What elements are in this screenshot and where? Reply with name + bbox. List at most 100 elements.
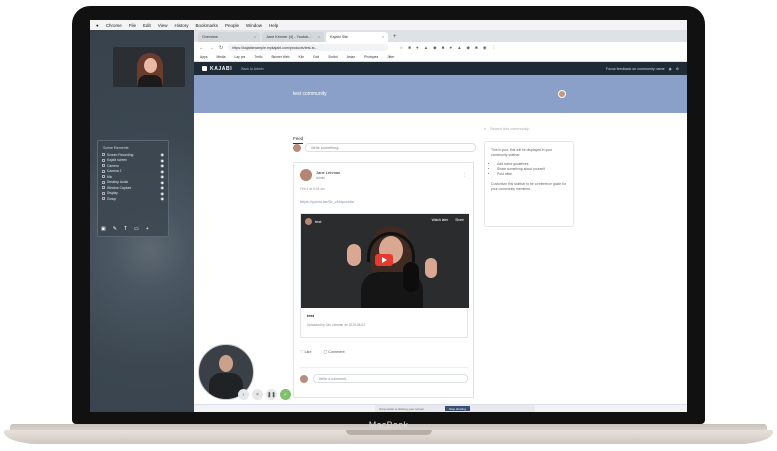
- watch-later-button[interactable]: Watch later: [432, 218, 449, 222]
- eye-icon: ◉: [160, 174, 165, 180]
- bookmark-item[interactable]: Kiln: [299, 55, 305, 59]
- like-button[interactable]: ♡ Like: [300, 349, 311, 354]
- menu-edit[interactable]: Edit: [143, 23, 151, 28]
- back-to-admin-link[interactable]: Back to Admin: [241, 67, 263, 71]
- extension-icon[interactable]: ▲: [424, 45, 428, 51]
- post-link[interactable]: https://youtu.be/Dr_cN4pum0s: [300, 199, 467, 204]
- close-icon[interactable]: ×: [252, 389, 263, 400]
- bookmark-item[interactable]: Amaz: [347, 55, 355, 59]
- post-header: Jane Lehman Admin ⋮: [300, 169, 467, 181]
- bookmark-item[interactable]: Blumer Web: [271, 55, 289, 59]
- back-icon[interactable]: ‹: [238, 389, 249, 400]
- list-item: Post often: [497, 172, 567, 177]
- search-icon: ⌕: [484, 127, 487, 131]
- laptop-notch: [346, 430, 432, 435]
- back-icon[interactable]: ←: [199, 45, 204, 51]
- browser-tab[interactable]: Jane Kenner (4) - Youtub... ×: [262, 32, 324, 42]
- post-author[interactable]: Jane Lehman: [316, 170, 340, 175]
- search-input[interactable]: Search this community...: [490, 127, 531, 131]
- extension-icon[interactable]: ■: [475, 45, 478, 51]
- url-field[interactable]: https://kajabiexample.mykajabi.com/produ…: [228, 44, 389, 51]
- avatar: [300, 374, 308, 383]
- eye-icon: ◉: [160, 190, 165, 196]
- menu-chrome[interactable]: Chrome: [106, 23, 122, 28]
- browser-window: Overview × Jane Kenner (4) - Youtub... × K…: [194, 30, 687, 412]
- pause-icon[interactable]: ❚❚: [266, 389, 277, 400]
- add-icon[interactable]: +: [146, 226, 149, 232]
- avatar[interactable]: ◉: [669, 67, 672, 71]
- text-icon[interactable]: T: [124, 226, 127, 232]
- bookmarks-bar: Apps Media Lay prs Trello Blumer Web Kil…: [194, 53, 687, 62]
- extension-icon[interactable]: ■: [442, 45, 445, 51]
- forward-icon[interactable]: →: [209, 45, 214, 51]
- avatar[interactable]: [558, 90, 566, 98]
- star-icon[interactable]: ☆: [399, 45, 403, 51]
- community-search[interactable]: ⌕ Search this community...: [484, 127, 574, 131]
- menu-icon[interactable]: ⋮: [492, 45, 497, 51]
- gear-icon[interactable]: ⚙: [676, 67, 679, 71]
- composer-input[interactable]: Write something...: [305, 143, 476, 152]
- menu-view[interactable]: View: [158, 23, 168, 28]
- check-icon[interactable]: ✓: [280, 389, 291, 400]
- extension-icon[interactable]: ●: [416, 45, 419, 51]
- extension-icon[interactable]: ◆: [433, 45, 436, 51]
- bookmark-item[interactable]: Scribd: [328, 55, 337, 59]
- folder-icon[interactable]: ▭: [134, 226, 139, 232]
- kajabi-topbar-right: Focus feedback on community name ◉ ⚙: [606, 67, 679, 71]
- reload-icon[interactable]: ↻: [219, 45, 223, 51]
- layer-row[interactable]: Group ◉: [98, 196, 168, 202]
- kajabi-logo[interactable]: KAJABI: [202, 66, 232, 72]
- new-tab-button[interactable]: +: [390, 34, 400, 42]
- bookmark-item[interactable]: Lay prs: [235, 55, 246, 59]
- browser-tab-active[interactable]: Kajabi Site ×: [326, 32, 388, 42]
- more-icon[interactable]: ⋮: [462, 172, 467, 178]
- feed-post: Jane Lehman Admin ⋮ Feb 4 at 9:45 am htt…: [293, 162, 474, 398]
- extension-icon[interactable]: ◆: [467, 45, 470, 51]
- menu-file[interactable]: File: [129, 23, 136, 28]
- close-icon: ×: [381, 35, 384, 39]
- video-channel: test: [305, 218, 321, 225]
- menu-window[interactable]: Window: [246, 23, 262, 28]
- avatar[interactable]: [300, 169, 312, 181]
- guidelines-card: This is your, this will be displayed in …: [484, 141, 574, 227]
- profile-icon[interactable]: ◉: [483, 45, 487, 51]
- bookmark-item[interactable]: Apps: [200, 55, 208, 59]
- bookmark-item[interactable]: Trello: [254, 55, 262, 59]
- layers-toolbar: ▣ ✎ T ▭ +: [101, 226, 149, 232]
- scene-layers-panel: Scene Elements Screen Recording ◉ Kajabi …: [97, 140, 169, 237]
- comment-input[interactable]: Write a comment...: [313, 374, 468, 383]
- address-bar: ← → ↻ https://kajabiexample.mykajabi.com…: [194, 42, 687, 53]
- apple-icon[interactable]: ●: [96, 23, 99, 28]
- post-composer: Write something...: [293, 141, 476, 154]
- play-icon[interactable]: [375, 254, 393, 266]
- extension-icon[interactable]: ▲: [457, 45, 461, 51]
- browser-tab[interactable]: Overview ×: [198, 32, 260, 42]
- image-icon[interactable]: ▣: [101, 226, 106, 232]
- bookmark-item[interactable]: Jitter: [387, 55, 394, 59]
- bookmark-item[interactable]: Photopea: [364, 55, 378, 59]
- video-title[interactable]: test: [307, 313, 461, 318]
- video-meta: test Uploaded by Jan Lehman on 2019-08-0…: [301, 308, 467, 332]
- brush-icon[interactable]: ✎: [113, 226, 117, 232]
- sidebar-column: ⌕ Search this community... This is your,…: [484, 127, 574, 227]
- avatar: [293, 143, 301, 152]
- share-button[interactable]: Share: [455, 218, 464, 222]
- menu-people[interactable]: People: [225, 23, 239, 28]
- menu-help[interactable]: Help: [269, 23, 278, 28]
- webcam-float-controls: ‹ × ❚❚ ✓: [238, 389, 291, 400]
- eye-icon: ◉: [160, 152, 165, 158]
- bookmark-item[interactable]: Media: [217, 55, 226, 59]
- comment-button[interactable]: ▢ Comment: [323, 349, 344, 354]
- video-player[interactable]: test Watch later Share: [301, 214, 469, 308]
- menu-bookmarks[interactable]: Bookmarks: [195, 23, 218, 28]
- guide-outro: Customize this sidebar to be a reference…: [491, 182, 567, 191]
- device-label: MacBook: [368, 420, 409, 430]
- community-title: test community: [293, 91, 327, 97]
- extension-icon[interactable]: ■: [408, 45, 411, 51]
- stop-sharing-button[interactable]: Stop sharing: [445, 406, 470, 411]
- community-banner: test community: [194, 75, 687, 113]
- menu-history[interactable]: History: [174, 23, 188, 28]
- eye-icon: ◉: [160, 157, 165, 163]
- extension-icon[interactable]: ●: [449, 45, 452, 51]
- bookmark-item[interactable]: Grid: [313, 55, 319, 59]
